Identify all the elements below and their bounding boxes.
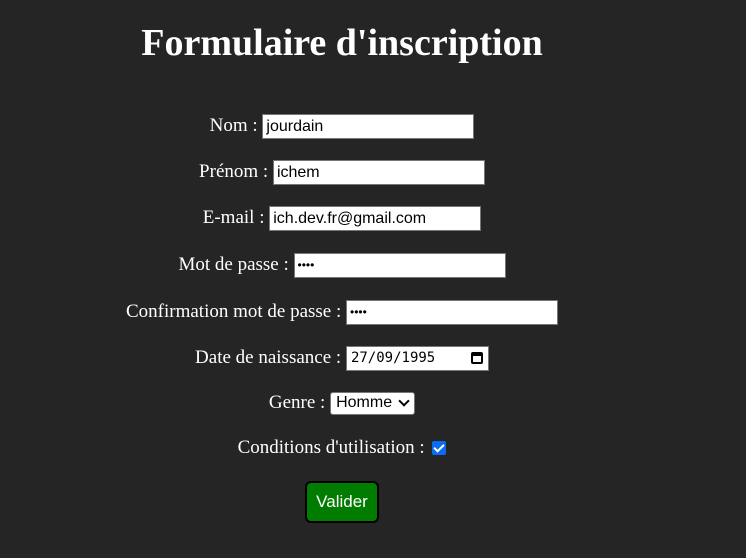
email-input[interactable]: ich.dev.fr@gmail.com bbox=[269, 205, 482, 231]
prenom-input[interactable]: ichem bbox=[272, 159, 485, 185]
email-row: E-mail : ich.dev.fr@gmail.com bbox=[0, 205, 684, 231]
birthdate-row: Date de naissance : 27/09/1995 bbox=[0, 345, 684, 371]
password-input[interactable]: •••• bbox=[293, 252, 506, 278]
nom-row: Nom : jourdain bbox=[0, 113, 684, 139]
terms-label: Conditions d'utilisation : bbox=[237, 437, 430, 458]
chevron-down-icon bbox=[398, 395, 410, 407]
prenom-row: Prénom : ichem bbox=[0, 159, 684, 185]
registration-page: Formulaire d'inscription Nom : jourdain … bbox=[0, 0, 746, 558]
prenom-label: Prénom : bbox=[199, 161, 273, 182]
terms-row: Conditions d'utilisation : bbox=[0, 435, 684, 461]
birthdate-value: 27/09/1995 bbox=[350, 350, 436, 366]
gender-row: Genre : Homme bbox=[0, 390, 684, 416]
birthdate-input[interactable]: 27/09/1995 bbox=[345, 345, 489, 371]
gender-label: Genre : bbox=[268, 392, 331, 413]
terms-checkbox[interactable] bbox=[432, 441, 447, 455]
password-confirm-input[interactable]: •••• bbox=[346, 299, 559, 325]
calendar-icon[interactable] bbox=[470, 352, 483, 364]
password-label: Mot de passe : bbox=[178, 254, 294, 275]
password-row: Mot de passe : •••• bbox=[0, 252, 684, 278]
password-confirm-row: Confirmation mot de passe : •••• bbox=[0, 299, 684, 325]
gender-select[interactable]: Homme bbox=[330, 391, 416, 415]
page-title: Formulaire d'inscription bbox=[141, 22, 543, 64]
nom-input[interactable]: jourdain bbox=[262, 113, 475, 139]
email-label: E-mail : bbox=[202, 207, 270, 228]
gender-selected-value: Homme bbox=[336, 394, 393, 411]
birthdate-label: Date de naissance : bbox=[195, 347, 346, 368]
submit-button[interactable]: Valider bbox=[305, 481, 379, 523]
nom-label: Nom : bbox=[209, 115, 263, 136]
password-confirm-label: Confirmation mot de passe : bbox=[125, 301, 347, 322]
